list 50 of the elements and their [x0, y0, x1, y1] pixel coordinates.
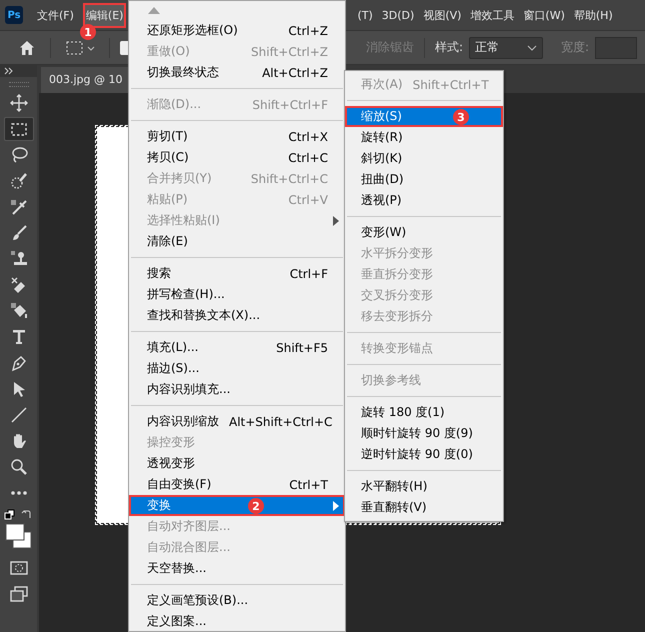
menu-bar-item[interactable]: 文件(F): [34, 2, 77, 28]
menu-item[interactable]: 扭曲(D): [345, 169, 503, 190]
menu-item[interactable]: 天空替换...: [129, 558, 345, 579]
menu-item[interactable]: 自由变换(F) Ctrl+T: [129, 474, 345, 495]
color-reset-icon: [4, 509, 34, 521]
menu-item[interactable]: 缩放(S) 3: [345, 106, 503, 127]
menu-item[interactable]: 剪切(T) Ctrl+X: [129, 126, 345, 147]
menu-item[interactable]: 拷贝(C) Ctrl+C: [129, 147, 345, 168]
menu-item[interactable]: 拼写检查(H)...: [129, 284, 345, 305]
menu-bar-item[interactable]: 3D(D): [378, 4, 418, 26]
menu-item[interactable]: 透视变形: [129, 453, 345, 474]
menu-item[interactable]: 定义图案...: [129, 611, 345, 631]
menu-item[interactable]: 填充(L)... Shift+F5: [129, 337, 345, 358]
menu-bar-item[interactable]: 增效工具: [467, 2, 518, 28]
scroll-up-icon: [148, 7, 160, 14]
menu-item[interactable]: 还原矩形选框(O) Ctrl+Z: [129, 20, 345, 41]
caret-icon: [527, 44, 538, 50]
menu-item[interactable]: 变换 2: [129, 495, 345, 516]
menu-item[interactable]: 搜索 Ctrl+F: [129, 263, 345, 284]
menu-item[interactable]: 顺时针旋转 90 度(9): [345, 423, 503, 444]
menu-item[interactable]: 内容识别缩放 Alt+Shift+Ctrl+C: [129, 411, 345, 432]
color-swatch-icon[interactable]: [4, 522, 34, 550]
callout-badge: 3: [453, 109, 469, 125]
menu-item[interactable]: 水平翻转(H): [345, 476, 503, 497]
menu-item[interactable]: 透视(P): [345, 190, 503, 211]
width-field[interactable]: [595, 36, 638, 58]
rectangle-selection-icon[interactable]: [4, 117, 34, 141]
width-label: 宽度:: [561, 39, 590, 56]
style-dropdown[interactable]: 正常: [469, 36, 544, 58]
menu-item[interactable]: 内容识别填充...: [129, 379, 345, 400]
menu-bar-item[interactable]: 窗口(W): [520, 2, 568, 28]
menu-item[interactable]: 旋转(R): [345, 127, 503, 148]
expand-icon: [4, 67, 14, 75]
menu-item[interactable]: 斜切(K): [345, 148, 503, 169]
menu-bar-item[interactable]: (T): [354, 4, 376, 26]
menu-item[interactable]: 描边(S)...: [129, 358, 345, 379]
menu-item[interactable]: 变形(W): [345, 222, 503, 243]
app-logo[interactable]: Ps: [5, 6, 23, 24]
menu-bar-item[interactable]: 编辑(E): [82, 2, 126, 28]
menu-item[interactable]: 查找和替换文本(X)...: [129, 305, 345, 326]
callout-badge: 2: [248, 498, 264, 514]
menu-item[interactable]: 垂直翻转(V): [345, 497, 503, 518]
menu-item[interactable]: 清除(E): [129, 231, 345, 252]
menu-item[interactable]: 旋转 180 度(1): [345, 402, 503, 423]
menu-item[interactable]: 逆时针旋转 90 度(0): [345, 444, 503, 465]
menu-bar-item[interactable]: 视图(V): [420, 2, 464, 28]
panel-grip[interactable]: [8, 82, 28, 87]
style-label: 样式:: [435, 39, 464, 56]
menu-item[interactable]: 定义画笔预设(B)...: [129, 590, 345, 611]
menu-bar-item[interactable]: 帮助(H): [570, 2, 616, 28]
